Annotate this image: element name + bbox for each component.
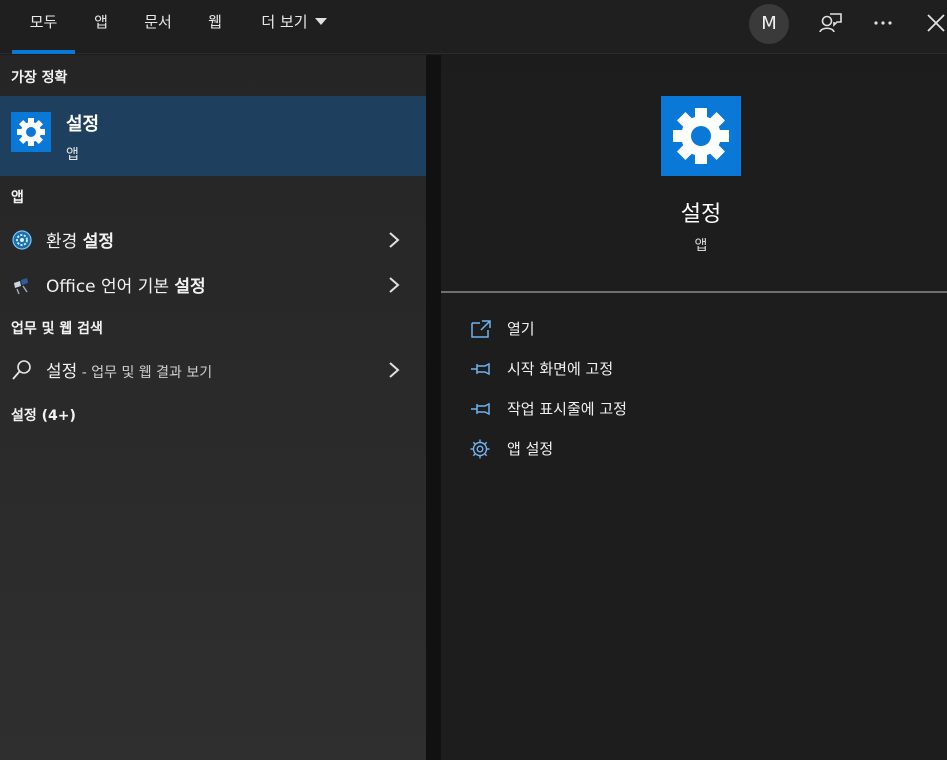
app-result-label: 환경 설정	[46, 227, 114, 252]
tab-all-label: 모두	[29, 13, 58, 31]
tab-more-label: 더 보기	[261, 13, 308, 31]
pane-divider	[426, 55, 441, 760]
action-open[interactable]: 열기	[441, 312, 947, 348]
chevron-right-icon[interactable]	[386, 231, 402, 249]
tab-documents-label: 문서	[144, 13, 172, 31]
tab-web[interactable]: 웹	[196, 0, 234, 54]
action-app-settings[interactable]: 앱 설정	[441, 432, 947, 468]
caret-down-icon	[314, 18, 327, 25]
app-result-label: Office 언어 기본 설정	[46, 272, 206, 297]
results-pane: 가장 정확 설정 앱 앱 환경 설정 Office 언어 기본 설정 업무 및 …	[0, 55, 426, 760]
action-pin-taskbar-label: 작업 표시줄에 고정	[507, 400, 627, 418]
preview-app-type: 앱	[694, 238, 708, 254]
open-icon	[471, 320, 491, 338]
app-result-office-language[interactable]: Office 언어 기본 설정	[0, 264, 426, 304]
control-panel-icon	[12, 230, 32, 250]
best-match-item[interactable]: 설정 앱	[0, 96, 426, 176]
preview-app-name: 설정	[680, 202, 722, 227]
action-pin-start-label: 시작 화면에 고정	[507, 360, 614, 378]
action-pin-taskbar[interactable]: 작업 표시줄에 고정	[441, 392, 947, 428]
chevron-right-icon[interactable]	[386, 361, 402, 379]
app-result-label-prefix: 환경	[46, 232, 83, 252]
search-icon	[12, 360, 31, 380]
gear-outline-icon	[470, 439, 490, 459]
tab-apps[interactable]: 앱	[84, 0, 118, 54]
more-options-icon[interactable]	[870, 10, 896, 36]
settings-gear-icon	[17, 118, 45, 146]
settings-more-header[interactable]: 설정 (4+)	[11, 405, 76, 425]
tab-all[interactable]: 모두	[12, 0, 75, 54]
preview-pane: 설정 앱 열기 시작 화면에 고정 작업 표시줄에 고정 앱 설정	[441, 72, 947, 760]
preview-app-tile	[661, 96, 741, 176]
best-match-type: 앱	[66, 147, 79, 163]
top-bar: 모두 앱 문서 웹 더 보기 M	[0, 0, 947, 54]
app-result-label-prefix: Office 언어 기본	[46, 277, 175, 297]
web-search-label: 설정 - 업무 및 웹 결과 보기	[46, 357, 212, 382]
chevron-right-icon[interactable]	[386, 276, 402, 294]
avatar-letter: M	[761, 13, 777, 34]
app-result-label-match: 설정	[174, 277, 206, 297]
avatar[interactable]: M	[749, 4, 789, 44]
web-search-subtext: - 업무 및 웹 결과 보기	[77, 365, 213, 381]
settings-gear-icon	[673, 108, 729, 164]
feedback-icon[interactable]	[818, 10, 844, 36]
office-language-icon	[14, 278, 28, 295]
action-app-settings-label: 앱 설정	[507, 440, 554, 458]
best-match-header: 가장 정확	[11, 70, 68, 86]
web-search-header: 업무 및 웹 검색	[11, 321, 103, 337]
preview-divider	[441, 291, 947, 293]
action-pin-start[interactable]: 시작 화면에 고정	[441, 352, 947, 388]
tab-apps-label: 앱	[94, 13, 108, 31]
action-open-label: 열기	[507, 320, 535, 338]
best-match-name: 설정	[66, 114, 100, 135]
tab-documents[interactable]: 문서	[132, 0, 184, 54]
web-search-result[interactable]: 설정 - 업무 및 웹 결과 보기	[0, 349, 426, 389]
tab-more[interactable]: 더 보기	[248, 0, 340, 54]
pin-icon	[471, 362, 490, 376]
pin-icon	[471, 402, 490, 416]
settings-app-tile	[11, 112, 51, 152]
app-result-control-panel[interactable]: 환경 설정	[0, 219, 426, 259]
close-icon[interactable]	[923, 10, 947, 36]
app-result-label-match: 설정	[82, 232, 114, 252]
tab-web-label: 웹	[208, 13, 222, 31]
web-search-query: 설정	[46, 362, 78, 382]
apps-header: 앱	[11, 190, 24, 206]
